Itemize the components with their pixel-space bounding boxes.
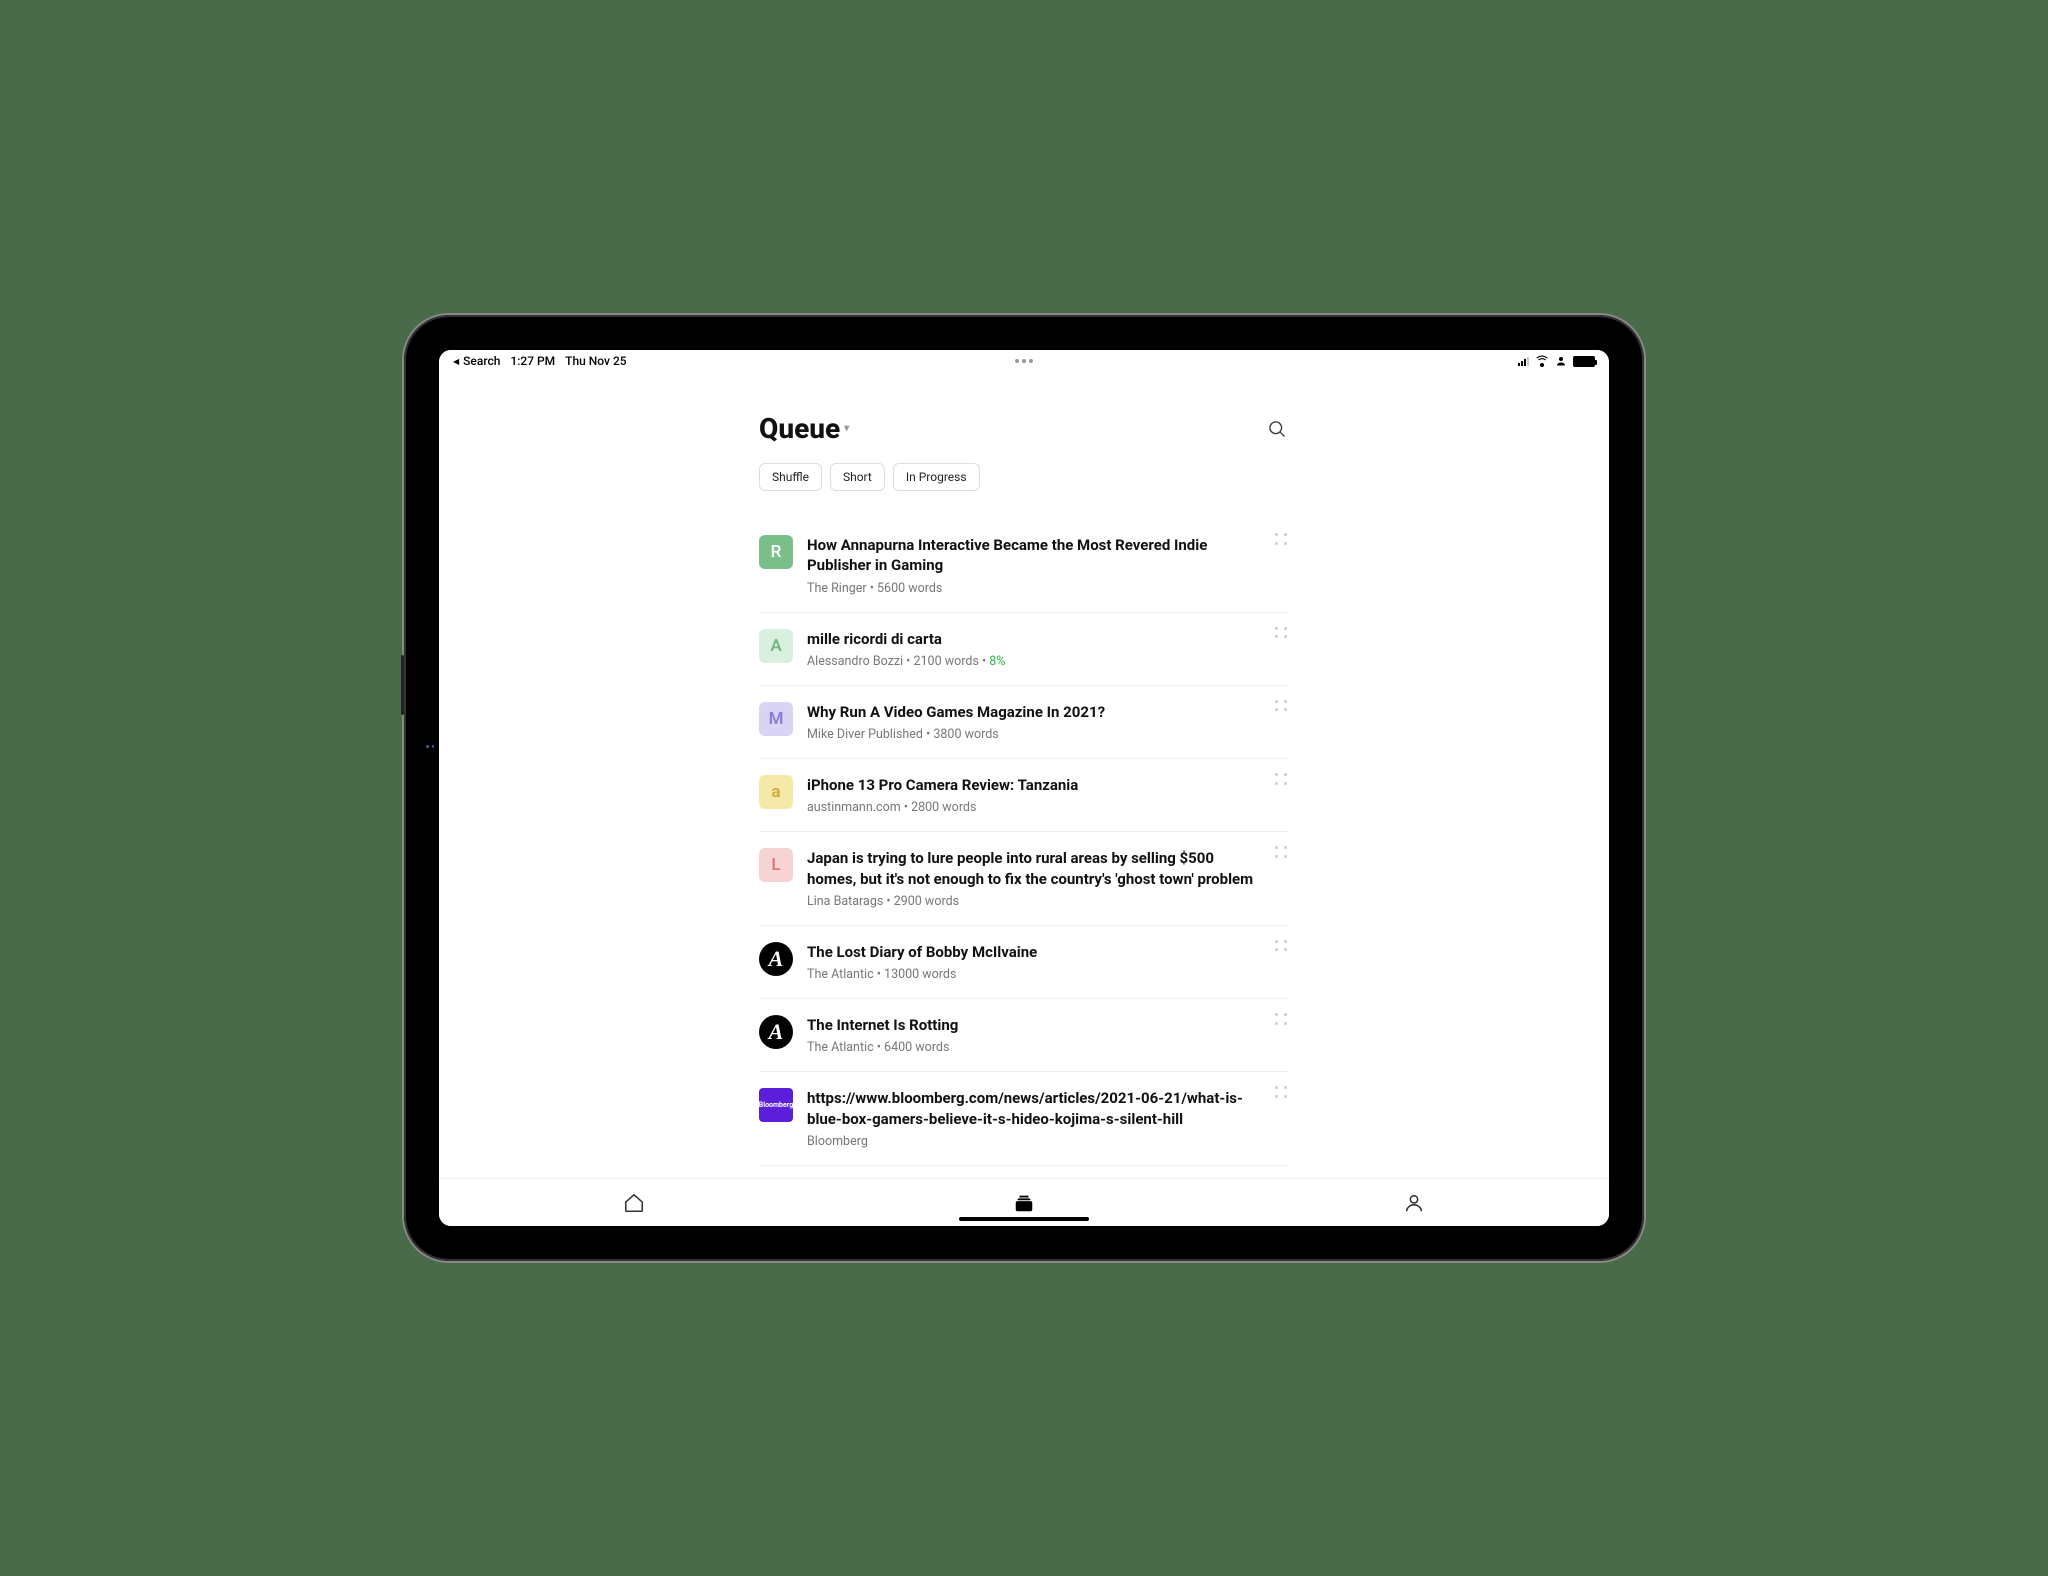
article-body: mille ricordi di carta Alessandro Bozzi •… bbox=[807, 629, 1289, 669]
article-row[interactable]: M Why Run A Video Games Magazine In 2021?… bbox=[759, 686, 1289, 759]
search-button[interactable] bbox=[1265, 417, 1289, 441]
article-thumb: A bbox=[759, 629, 793, 663]
search-icon bbox=[1267, 419, 1287, 439]
article-title: iPhone 13 Pro Camera Review: Tanzania bbox=[807, 775, 1261, 795]
filter-shuffle[interactable]: Shuffle bbox=[759, 463, 822, 491]
article-meta: The Atlantic • 6400 words bbox=[807, 1040, 1261, 1055]
article-thumb: R bbox=[759, 535, 793, 569]
drag-handle-icon[interactable] bbox=[1275, 700, 1289, 714]
ipad-side-button bbox=[401, 655, 404, 715]
back-to-search[interactable]: Search bbox=[453, 354, 500, 368]
status-date: Thu Nov 25 bbox=[565, 354, 626, 368]
article-row[interactable]: A The Lost Diary of Bobby McIlvaine The At… bbox=[759, 926, 1289, 999]
article-meta: austinmann.com • 2800 words bbox=[807, 800, 1261, 815]
article-row[interactable]: a iPhone 13 Pro Camera Review: Tanzania au… bbox=[759, 759, 1289, 832]
profile-icon bbox=[1403, 1192, 1425, 1214]
multitask-dots-icon[interactable] bbox=[1015, 359, 1033, 363]
article-meta: The Atlantic • 13000 words bbox=[807, 967, 1261, 982]
tab-profile[interactable] bbox=[1374, 1192, 1454, 1214]
article-row[interactable]: A The Internet Is Rotting The Atlantic • 6… bbox=[759, 999, 1289, 1072]
home-indicator[interactable] bbox=[959, 1217, 1089, 1221]
drag-handle-icon[interactable] bbox=[1275, 846, 1289, 860]
filter-short[interactable]: Short bbox=[830, 463, 885, 491]
filter-in-progress[interactable]: In Progress bbox=[893, 463, 980, 491]
cellular-signal-icon bbox=[1518, 356, 1529, 366]
status-bar: Search 1:27 PM Thu Nov 25 bbox=[439, 350, 1609, 372]
article-thumb: A bbox=[759, 1015, 793, 1049]
article-body: Why Run A Video Games Magazine In 2021? M… bbox=[807, 702, 1289, 742]
chevron-down-icon: ▾ bbox=[844, 423, 849, 434]
queue-stack-icon bbox=[1013, 1192, 1035, 1214]
article-meta: Bloomberg bbox=[807, 1134, 1261, 1149]
wifi-icon bbox=[1535, 356, 1549, 366]
status-left: Search 1:27 PM Thu Nov 25 bbox=[453, 354, 627, 368]
article-title: Why Run A Video Games Magazine In 2021? bbox=[807, 702, 1261, 722]
article-list: R How Annapurna Interactive Became the Mo… bbox=[759, 519, 1289, 1178]
person-status-icon bbox=[1555, 355, 1567, 367]
status-right bbox=[1518, 355, 1595, 367]
drag-handle-icon[interactable] bbox=[1275, 940, 1289, 954]
ipad-camera-dots bbox=[426, 745, 434, 753]
article-title: mille ricordi di carta bbox=[807, 629, 1261, 649]
tab-queue[interactable] bbox=[984, 1192, 1064, 1214]
header-row: Queue ▾ bbox=[759, 412, 1289, 445]
page-title-text: Queue bbox=[759, 412, 840, 445]
article-row[interactable]: R How Annapurna Interactive Became the Mo… bbox=[759, 519, 1289, 613]
drag-handle-icon[interactable] bbox=[1275, 533, 1289, 547]
ipad-screen: Search 1:27 PM Thu Nov 25 bbox=[439, 350, 1609, 1226]
article-body: https://www.bloomberg.com/news/articles/… bbox=[807, 1088, 1289, 1149]
article-title: The Internet Is Rotting bbox=[807, 1015, 1261, 1035]
article-row[interactable]: Amille ricordi di carta Alessandro Bozzi … bbox=[759, 613, 1289, 686]
article-thumb: Bloomberg bbox=[759, 1088, 793, 1122]
page-title[interactable]: Queue ▾ bbox=[759, 412, 849, 445]
article-body: How Annapurna Interactive Became the Mos… bbox=[807, 535, 1289, 596]
article-thumb: a bbox=[759, 775, 793, 809]
article-progress: 8% bbox=[989, 654, 1005, 669]
ipad-frame: Search 1:27 PM Thu Nov 25 bbox=[404, 315, 1644, 1261]
article-meta: Lina Batarags • 2900 words bbox=[807, 894, 1261, 909]
home-icon bbox=[623, 1192, 645, 1214]
article-meta: Alessandro Bozzi • 2100 words • 8% bbox=[807, 654, 1261, 669]
article-row[interactable]: Bloomberg https://www.bloomberg.com/news/… bbox=[759, 1072, 1289, 1166]
article-body: The Internet Is Rotting The Atlantic • 64… bbox=[807, 1015, 1289, 1055]
tab-home[interactable] bbox=[594, 1192, 674, 1214]
article-title: How Annapurna Interactive Became the Mos… bbox=[807, 535, 1261, 576]
drag-handle-icon[interactable] bbox=[1275, 773, 1289, 787]
article-title: https://www.bloomberg.com/news/articles/… bbox=[807, 1088, 1261, 1129]
drag-handle-icon[interactable] bbox=[1275, 627, 1289, 641]
tab-bar bbox=[439, 1178, 1609, 1226]
filter-row: Shuffle Short In Progress bbox=[759, 463, 1289, 491]
article-title: Japan is trying to lure people into rura… bbox=[807, 848, 1261, 889]
battery-icon bbox=[1573, 356, 1595, 367]
drag-handle-icon[interactable] bbox=[1275, 1086, 1289, 1100]
status-time: 1:27 PM bbox=[510, 354, 555, 368]
article-title: The Lost Diary of Bobby McIlvaine bbox=[807, 942, 1261, 962]
article-thumb: L bbox=[759, 848, 793, 882]
article-row[interactable]: L Japan is trying to lure people into rur… bbox=[759, 832, 1289, 926]
main-content: Queue ▾ Shuffle Short In Progress R How A… bbox=[439, 372, 1609, 1178]
article-thumb: A bbox=[759, 942, 793, 976]
article-meta: The Ringer • 5600 words bbox=[807, 581, 1261, 596]
article-body: Japan is trying to lure people into rura… bbox=[807, 848, 1289, 909]
article-body: iPhone 13 Pro Camera Review: Tanzania aus… bbox=[807, 775, 1289, 815]
article-meta: Mike Diver Published • 3800 words bbox=[807, 727, 1261, 742]
drag-handle-icon[interactable] bbox=[1275, 1013, 1289, 1027]
article-row[interactable]: AFinal Fantasy VII Remake is the Templat… bbox=[759, 1166, 1289, 1178]
article-thumb: M bbox=[759, 702, 793, 736]
article-body: The Lost Diary of Bobby McIlvaine The Atl… bbox=[807, 942, 1289, 982]
